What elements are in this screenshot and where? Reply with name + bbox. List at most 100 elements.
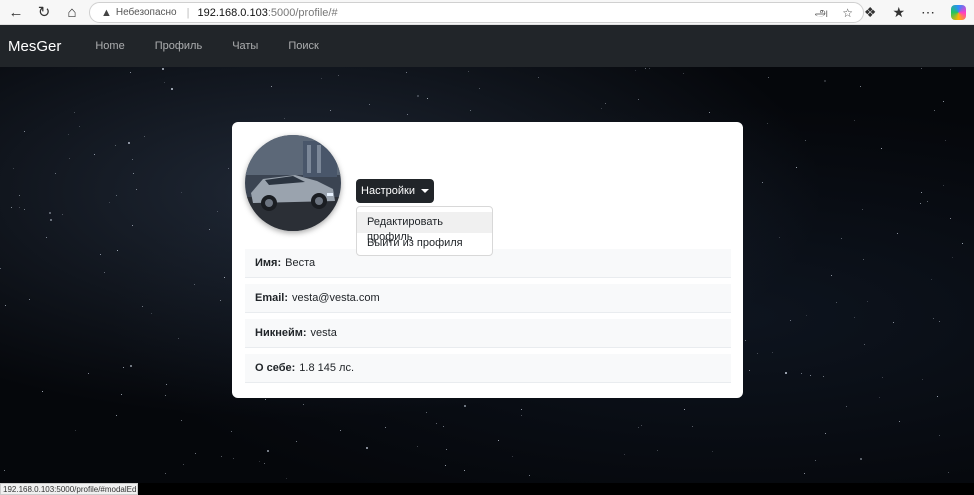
star-dot xyxy=(339,429,341,431)
star-dot xyxy=(121,393,123,395)
star-dot xyxy=(805,140,807,142)
star-dot xyxy=(28,299,30,301)
star-dot xyxy=(772,352,774,354)
star-dot xyxy=(219,300,221,302)
star-dot xyxy=(123,367,125,369)
app-navbar: MesGer Home Профиль Чаты Поиск xyxy=(0,25,974,67)
reload-icon[interactable]: ↻ xyxy=(30,0,58,25)
star-dot xyxy=(601,107,602,109)
browser-toolbar: ← ↻ ⌂ ▲ Небезопасно | 192.168.0.103:5000… xyxy=(0,0,974,25)
home-icon[interactable]: ⌂ xyxy=(58,0,86,25)
menu-item-logout[interactable]: Выйти из профиля xyxy=(357,233,492,254)
address-separator: | xyxy=(186,6,190,19)
star-dot xyxy=(801,373,803,375)
star-dot xyxy=(69,158,71,160)
star-dot xyxy=(767,77,769,79)
star-dot xyxy=(879,396,881,398)
star-dot xyxy=(520,414,522,416)
star-dot xyxy=(711,450,713,452)
star-dot xyxy=(537,76,539,78)
star-dot xyxy=(74,430,76,431)
star-dot xyxy=(445,449,447,451)
star-dot xyxy=(920,192,922,194)
star-dot xyxy=(919,202,921,204)
star-dot xyxy=(79,126,81,128)
star-dot xyxy=(142,306,144,308)
nav-link-search[interactable]: Поиск xyxy=(288,40,318,52)
star-dot xyxy=(762,181,764,183)
star-dot xyxy=(756,352,758,354)
back-icon[interactable]: ← xyxy=(2,0,30,25)
copilot-icon[interactable] xyxy=(951,5,966,20)
star-dot xyxy=(784,371,787,374)
star-dot xyxy=(182,463,184,465)
address-bar[interactable]: ▲ Небезопасно | 192.168.0.103:5000/profi… xyxy=(89,2,864,23)
star-dot xyxy=(649,68,651,70)
star-dot xyxy=(406,114,408,116)
star-dot xyxy=(708,111,710,113)
status-bar-link: 192.168.0.103:5000/profile/#modalEdit xyxy=(0,483,138,495)
star-dot xyxy=(116,194,118,196)
star-dot xyxy=(115,415,117,417)
nav-link-home[interactable]: Home xyxy=(95,40,124,52)
read-aloud-icon[interactable]: அ xyxy=(815,5,828,21)
star-dot xyxy=(271,86,273,88)
star-dot xyxy=(405,71,407,73)
star-dot xyxy=(303,403,305,405)
star-dot xyxy=(4,304,6,306)
caret-down-icon xyxy=(420,189,429,193)
star-dot xyxy=(163,82,165,84)
favorite-star-icon[interactable]: ☆ xyxy=(842,6,853,20)
settings-dropdown-button[interactable]: Настройки xyxy=(356,179,434,203)
star-dot xyxy=(861,208,863,210)
star-dot xyxy=(805,314,807,316)
star-dot xyxy=(528,474,530,476)
favorites-icon[interactable]: ★ xyxy=(892,4,905,21)
star-dot xyxy=(897,233,899,235)
star-dot xyxy=(129,365,132,368)
star-dot xyxy=(136,189,137,191)
star-dot xyxy=(195,453,197,455)
star-dot xyxy=(49,211,52,214)
star-dot xyxy=(512,455,514,457)
extensions-icon[interactable]: ❖ xyxy=(864,4,877,21)
star-dot xyxy=(68,133,70,135)
nav-link-profile[interactable]: Профиль xyxy=(155,40,203,52)
star-dot xyxy=(100,253,102,255)
star-dot xyxy=(93,154,95,156)
star-dot xyxy=(216,211,218,213)
star-dot xyxy=(841,237,843,239)
star-dot xyxy=(88,372,90,374)
star-dot xyxy=(13,168,15,170)
star-dot xyxy=(744,340,746,342)
star-dot xyxy=(634,70,636,72)
star-dot xyxy=(951,257,953,259)
star-dot xyxy=(285,478,287,480)
star-dot xyxy=(18,207,20,209)
star-dot xyxy=(220,456,222,458)
star-dot xyxy=(73,112,75,114)
star-dot xyxy=(949,69,951,71)
star-dot xyxy=(854,120,856,122)
star-dot xyxy=(23,130,25,132)
settings-label: Настройки xyxy=(361,185,415,197)
star-dot xyxy=(854,317,856,319)
star-dot xyxy=(943,101,945,103)
field-value: vesta xyxy=(310,327,337,339)
star-dot xyxy=(824,433,826,435)
star-dot xyxy=(899,421,901,423)
star-dot xyxy=(463,470,465,472)
menu-item-edit-profile[interactable]: Редактировать профиль xyxy=(357,212,492,243)
star-dot xyxy=(3,470,5,472)
star-dot xyxy=(498,439,500,441)
star-dot xyxy=(194,284,196,286)
star-dot xyxy=(55,172,57,174)
security-label: Небезопасно xyxy=(115,7,177,18)
more-icon[interactable]: ⋯ xyxy=(921,4,935,21)
star-dot xyxy=(231,431,233,433)
star-dot xyxy=(467,70,469,72)
nav-link-chats[interactable]: Чаты xyxy=(232,40,258,52)
star-dot xyxy=(165,473,167,475)
star-dot xyxy=(427,98,429,100)
brand-logo[interactable]: MesGer xyxy=(8,38,61,55)
